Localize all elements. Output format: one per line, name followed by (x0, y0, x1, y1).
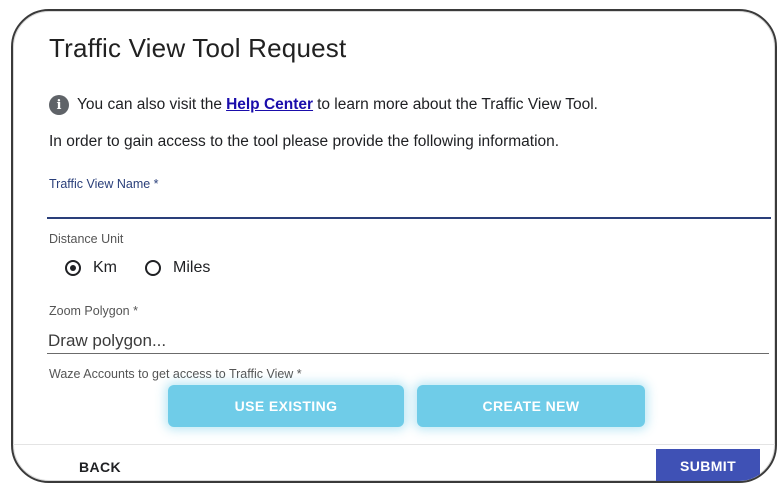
distance-option-miles[interactable]: Miles (145, 259, 210, 277)
use-existing-button[interactable]: USE EXISTING (168, 385, 404, 427)
help-center-link[interactable]: Help Center (226, 96, 313, 114)
footer-divider (13, 444, 775, 445)
info-message: i You can also visit the Help Center to … (49, 95, 598, 115)
traffic-view-name-input[interactable] (47, 195, 771, 219)
info-icon: i (49, 95, 69, 115)
traffic-view-name-label: Traffic View Name * (49, 177, 159, 191)
zoom-polygon-input[interactable] (47, 329, 769, 354)
distance-option-km[interactable]: Km (65, 259, 117, 277)
back-button[interactable]: BACK (79, 459, 121, 475)
dialog-title: Traffic View Tool Request (49, 33, 347, 63)
dialog: Traffic View Tool Request i You can also… (11, 9, 777, 483)
info-prefix: You can also visit the (77, 96, 223, 113)
distance-option-label: Miles (173, 259, 211, 276)
radio-checked-icon[interactable] (65, 260, 81, 276)
radio-unchecked-icon[interactable] (145, 260, 161, 276)
create-new-button[interactable]: CREATE NEW (417, 385, 645, 427)
distance-unit-group: Km Miles (65, 259, 210, 277)
distance-option-label: Km (93, 259, 117, 276)
waze-accounts-label: Waze Accounts to get access to Traffic V… (49, 367, 302, 381)
info-suffix: to learn more about the Traffic View Too… (317, 96, 598, 113)
zoom-polygon-label: Zoom Polygon * (49, 304, 138, 318)
instructions-text: In order to gain access to the tool plea… (49, 133, 560, 150)
submit-button[interactable]: SUBMIT (656, 449, 760, 481)
distance-unit-label: Distance Unit (49, 232, 124, 246)
